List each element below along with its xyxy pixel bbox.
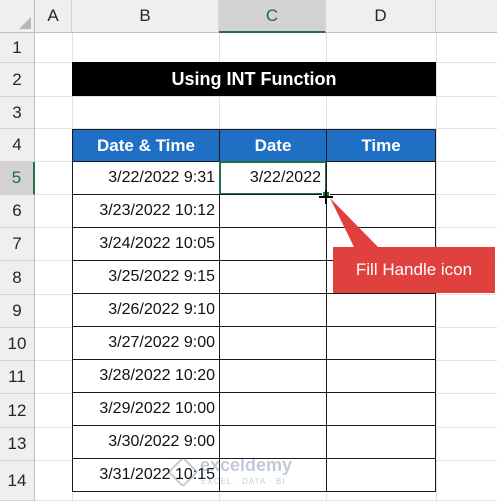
select-all-corner[interactable] [0, 0, 35, 33]
cell-datetime[interactable]: 3/30/2022 9:00 [72, 425, 220, 459]
watermark: exceldemy EXCEL · DATA · BI [167, 455, 322, 491]
row-header-7[interactable]: 7 [0, 228, 35, 261]
row-header-12[interactable]: 12 [0, 394, 35, 428]
gridline [35, 96, 497, 97]
cell-date[interactable] [219, 293, 327, 327]
cell-date[interactable] [219, 392, 327, 426]
row-header-11[interactable]: 11 [0, 361, 35, 394]
cell-date[interactable]: 3/22/2022 [219, 161, 327, 195]
cell-date[interactable] [219, 260, 327, 294]
watermark-tagline: EXCEL · DATA · BI [201, 477, 286, 486]
column-header-e[interactable] [436, 0, 497, 33]
cell-datetime[interactable]: 3/25/2022 9:15 [72, 260, 220, 294]
cell-time[interactable] [326, 392, 436, 426]
row-header-3[interactable]: 3 [0, 97, 35, 129]
spreadsheet-grid: A B C D 1 2 3 4 5 6 7 8 9 10 11 12 13 14 Using INT Fu… [0, 0, 497, 501]
watermark-name: exceldemy [200, 455, 293, 475]
cell-time[interactable] [326, 161, 436, 195]
column-header-b[interactable]: B [72, 0, 219, 33]
cell-datetime[interactable]: 3/26/2022 9:10 [72, 293, 220, 327]
row-header-2[interactable]: 2 [0, 63, 35, 97]
row-header-8[interactable]: 8 [0, 261, 35, 295]
cell-datetime[interactable]: 3/22/2022 9:31 [72, 161, 220, 195]
cell-time[interactable] [326, 293, 436, 327]
exceldemy-logo-icon [167, 456, 199, 488]
callout-pointer [330, 198, 378, 247]
row-header-1[interactable]: 1 [0, 33, 35, 63]
row-header-6[interactable]: 6 [0, 195, 35, 228]
cell-time[interactable] [326, 425, 436, 459]
column-header-a[interactable]: A [35, 0, 72, 33]
cell-time[interactable] [326, 326, 436, 360]
cell-datetime[interactable]: 3/28/2022 10:20 [72, 359, 220, 393]
cell-datetime[interactable]: 3/24/2022 10:05 [72, 227, 220, 261]
sheet-title[interactable]: Using INT Function [72, 62, 436, 96]
row-header-13[interactable]: 13 [0, 428, 35, 461]
cell-datetime[interactable]: 3/27/2022 9:00 [72, 326, 220, 360]
cell-time[interactable] [326, 458, 436, 492]
row-header-4[interactable]: 4 [0, 129, 35, 162]
column-header-c[interactable]: C [219, 0, 326, 33]
cell-date[interactable] [219, 326, 327, 360]
header-date[interactable]: Date [219, 129, 327, 162]
header-date-time[interactable]: Date & Time [72, 129, 220, 162]
fill-handle-callout: Fill Handle icon [333, 247, 495, 293]
cell-date[interactable] [219, 227, 327, 261]
cell-date[interactable] [219, 194, 327, 228]
cell-datetime[interactable]: 3/29/2022 10:00 [72, 392, 220, 426]
cell-date[interactable] [219, 359, 327, 393]
cell-datetime[interactable]: 3/23/2022 10:12 [72, 194, 220, 228]
column-header-d[interactable]: D [326, 0, 436, 33]
row-header-10[interactable]: 10 [0, 328, 35, 361]
cell-date[interactable] [219, 425, 327, 459]
cell-time[interactable] [326, 359, 436, 393]
row-header-9[interactable]: 9 [0, 295, 35, 328]
row-header-14[interactable]: 14 [0, 461, 35, 501]
row-header-5[interactable]: 5 [0, 162, 35, 195]
header-time[interactable]: Time [326, 129, 436, 162]
